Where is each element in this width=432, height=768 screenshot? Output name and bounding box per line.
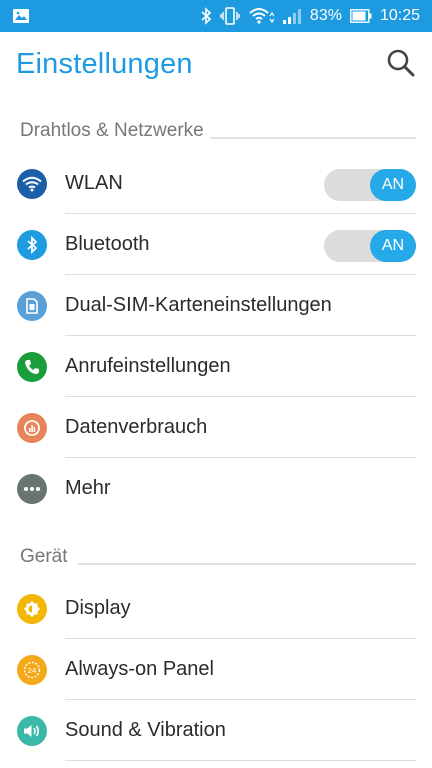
section-header-device: Gerät: [0, 546, 432, 574]
toggle-state: AN: [370, 230, 416, 262]
settings-item-more[interactable]: Mehr: [0, 458, 432, 519]
wlan-toggle[interactable]: AN: [324, 169, 416, 201]
section-header-wireless: Drahtlos & Netzwerke: [0, 120, 432, 148]
app-bar: Einstellungen: [0, 32, 432, 94]
sim-card-icon: [17, 291, 47, 321]
row-divider: [65, 760, 416, 761]
section-divider: [200, 137, 416, 139]
settings-item-display[interactable]: Display: [0, 578, 432, 639]
settings-item-label: Datenverbrauch: [65, 416, 208, 438]
settings-item-label: Dual-SIM-Karteneinstellungen: [65, 294, 332, 316]
more-icon: [17, 474, 47, 504]
bluetooth-icon: [17, 230, 47, 260]
section-divider: [78, 563, 416, 565]
vibrate-icon: [220, 7, 240, 25]
section-title-wireless: Drahtlos & Netzwerke: [20, 120, 210, 142]
settings-item-label: Always-on Panel: [65, 658, 214, 680]
settings-item-label: Bluetooth: [65, 233, 150, 255]
image-notification-icon: [12, 8, 30, 29]
search-icon: [387, 49, 415, 77]
settings-item-label: Sound & Vibration: [65, 719, 226, 741]
settings-item-bluetooth[interactable]: Bluetooth AN: [0, 214, 432, 275]
settings-item-label: Mehr: [65, 477, 111, 499]
bluetooth-toggle[interactable]: AN: [324, 230, 416, 262]
settings-item-dual-sim[interactable]: Dual-SIM-Karteneinstellungen: [0, 275, 432, 336]
battery-icon: [350, 9, 372, 23]
settings-item-calls[interactable]: Anrufeinstellungen: [0, 336, 432, 397]
phone-icon: [17, 352, 47, 382]
settings-item-label: Anrufeinstellungen: [65, 355, 231, 377]
search-button[interactable]: [384, 46, 418, 80]
clock: 10:25: [379, 7, 420, 24]
page-title: Einstellungen: [16, 48, 193, 80]
wifi-status-icon: [248, 7, 274, 25]
data-usage-icon: [17, 413, 47, 443]
settings-item-data-usage[interactable]: Datenverbrauch: [0, 397, 432, 458]
toggle-state: AN: [370, 169, 416, 201]
settings-item-label: WLAN: [65, 172, 123, 194]
battery-percent: 83%: [309, 7, 342, 24]
wifi-icon: [17, 169, 47, 199]
always-on-icon: 24: [17, 655, 47, 685]
settings-item-always-on-panel[interactable]: 24 Always-on Panel: [0, 639, 432, 700]
speaker-icon: [17, 716, 47, 746]
section-title-device: Gerät: [20, 546, 74, 568]
settings-item-sound[interactable]: Sound & Vibration: [0, 700, 432, 761]
settings-item-label: Display: [65, 597, 131, 619]
svg-text:24: 24: [28, 667, 37, 675]
brightness-icon: [17, 594, 47, 624]
bluetooth-status-icon: [200, 7, 212, 25]
settings-item-wlan[interactable]: WLAN AN: [0, 153, 432, 214]
status-bar: 83% 10:25: [0, 0, 432, 32]
signal-icon: [282, 7, 302, 25]
